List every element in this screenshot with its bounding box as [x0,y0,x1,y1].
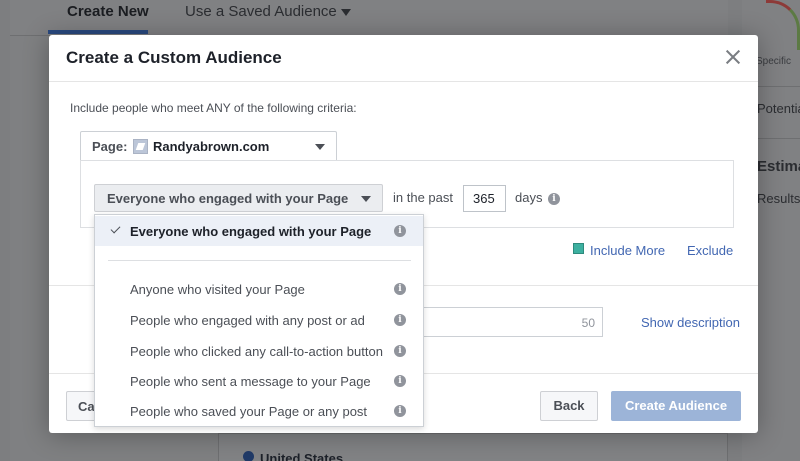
gauge-label-specific: Specific [756,56,792,67]
info-icon[interactable]: i [394,345,406,357]
caret-down-icon [361,196,371,202]
active-tab-indicator [48,30,148,34]
menu-item-label: Anyone who visited your Page [130,282,305,297]
caret-down-icon [315,144,325,150]
menu-item-label: People who engaged with any post or ad [130,313,365,328]
in-the-past-label: in the past [393,190,453,205]
info-icon[interactable]: i [394,225,406,237]
include-more-icon[interactable] [573,243,584,254]
menu-item-label: People who clicked any call-to-action bu… [130,344,383,359]
menu-item[interactable]: Anyone who visited your Page i [95,274,423,304]
menu-item-label: People who saved your Page or any post [130,404,368,419]
days-label: days [515,190,543,205]
page-name: Randyabrown.com [153,139,270,154]
tab-create-new[interactable]: Create New [67,3,149,20]
menu-item[interactable]: People who sent a message to your Page i [95,366,423,396]
create-audience-button[interactable]: Create Audience [611,391,741,421]
exclude-link[interactable]: Exclude [687,243,733,258]
info-icon[interactable]: i [548,193,560,205]
country-label: United States [260,451,344,461]
include-more-link[interactable]: Include More [590,243,665,258]
results-label: Results [757,191,800,206]
menu-item[interactable]: People who saved your Page or any post i [95,396,423,426]
location-pin-icon [243,451,254,461]
menu-item[interactable]: People who clicked any call-to-action bu… [95,336,423,366]
engagement-type-value: Everyone who engaged with your Page [107,191,349,206]
menu-item-label: Everyone who engaged with your Page [130,224,372,239]
tab-saved-audience[interactable]: Use a Saved Audience [185,3,351,20]
page-selector[interactable]: Page: Randyabrown.com [80,131,337,160]
menu-item[interactable]: People who engaged with any post or ad i [95,305,423,335]
engagement-type-menu: Everyone who engaged with your Page i An… [94,214,424,427]
info-icon[interactable]: i [394,283,406,295]
audience-name-input[interactable]: 50 [421,307,603,337]
page-selector-label: Page: [92,139,128,154]
character-count: 50 [581,316,595,330]
menu-item-selected[interactable]: Everyone who engaged with your Page i [95,216,423,246]
dialog-header: Create a Custom Audience [49,35,758,82]
page-flag-icon [133,139,148,154]
estimated-results-heading: Estima [757,158,800,175]
potential-reach-label: Potential [757,101,800,116]
days-input[interactable] [463,185,506,212]
criteria-label: Include people who meet ANY of the follo… [70,101,357,115]
menu-item-label: People who sent a message to your Page [130,374,371,389]
info-icon[interactable]: i [394,314,406,326]
tab-saved-audience-label: Use a Saved Audience [185,3,337,20]
menu-separator [108,260,411,261]
info-icon[interactable]: i [394,405,406,417]
close-icon[interactable] [725,49,741,65]
dialog-title: Create a Custom Audience [66,48,282,67]
engagement-type-select[interactable]: Everyone who engaged with your Page [94,184,383,212]
info-icon[interactable]: i [394,375,406,387]
caret-down-icon [340,8,351,16]
back-button[interactable]: Back [540,391,598,421]
check-icon [110,223,121,234]
show-description-link[interactable]: Show description [641,315,740,330]
